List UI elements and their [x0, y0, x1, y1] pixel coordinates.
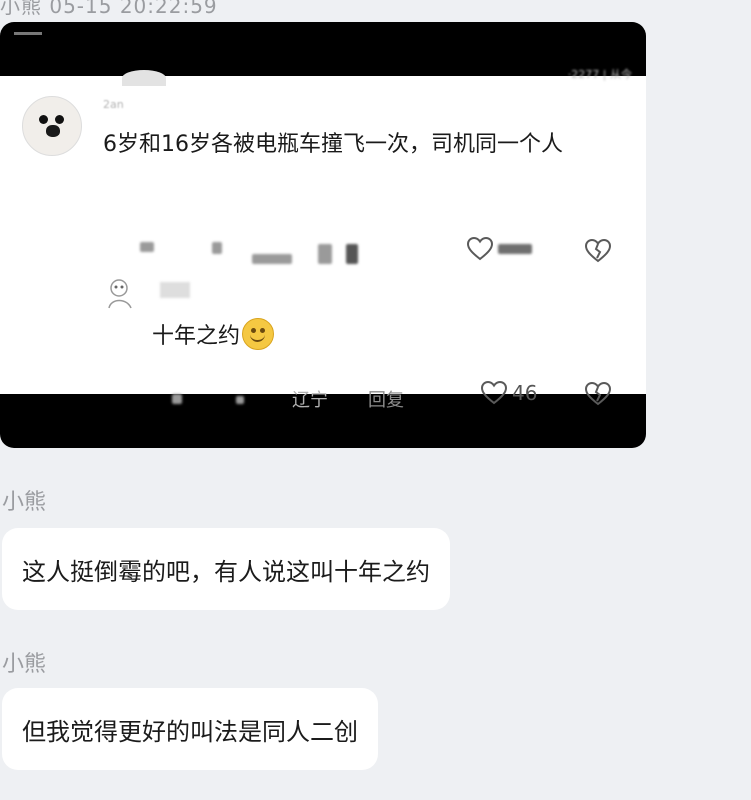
- reply-text: 十年之约: [152, 318, 275, 350]
- reply-text-content: 十年之约: [152, 324, 241, 349]
- blurred-meta: [212, 242, 222, 254]
- reply-avatar: [108, 279, 132, 309]
- shared-screenshot-image[interactable]: ·2277 | 从今 2an 6岁和16岁各被电瓶车撞飞一次，司机同一个人 十年…: [0, 22, 646, 448]
- comment-text: 6岁和16岁各被电瓶车撞飞一次，司机同一个人: [103, 132, 563, 157]
- reply-like-button[interactable]: 46: [480, 380, 537, 406]
- heart-icon: [466, 236, 494, 261]
- dislike-heart-icon[interactable]: [584, 381, 612, 407]
- smile-emoji-icon: [242, 318, 275, 350]
- message-timestamp-header: 小熊 05-15 20:22:59: [0, 0, 218, 18]
- comment-like-button[interactable]: [466, 236, 532, 262]
- message-sender-name: 小熊: [2, 490, 47, 515]
- message-bubble[interactable]: 这人挺倒霉的吧，有人说这叫十年之约: [2, 528, 450, 610]
- blurred-meta: [140, 242, 154, 252]
- blurred-meta: [252, 254, 292, 264]
- message-bubble[interactable]: 但我觉得更好的叫法是同人二创: [2, 688, 378, 770]
- heart-icon: [480, 380, 508, 405]
- commenter-avatar: [22, 96, 82, 156]
- blurred-meta: [172, 394, 182, 404]
- blurred-meta: [236, 396, 244, 404]
- comment-like-count-blurred: [498, 244, 532, 254]
- reply-username-blurred: [160, 282, 190, 298]
- avatar-eye: [55, 115, 64, 124]
- reply-like-count: 46: [512, 381, 538, 405]
- screenshot-top-right-hint: ·2277 | 从今: [567, 68, 632, 81]
- blurred-meta: [346, 244, 358, 264]
- screenshot-status-bar-mark: [14, 32, 42, 35]
- commenter-username: 2an: [103, 98, 124, 111]
- blurred-ui-fragment: [122, 70, 166, 86]
- blurred-meta: [318, 244, 332, 264]
- avatar-eye: [39, 115, 48, 124]
- message-sender-name: 小熊: [2, 652, 47, 677]
- avatar-nose: [46, 125, 60, 137]
- dislike-heart-icon[interactable]: [584, 238, 612, 264]
- reply-location: 辽宁: [292, 390, 328, 411]
- reply-button[interactable]: 回复: [368, 386, 404, 412]
- screenshot-comment-panel: ·2277 | 从今 2an 6岁和16岁各被电瓶车撞飞一次，司机同一个人 十年…: [0, 68, 646, 411]
